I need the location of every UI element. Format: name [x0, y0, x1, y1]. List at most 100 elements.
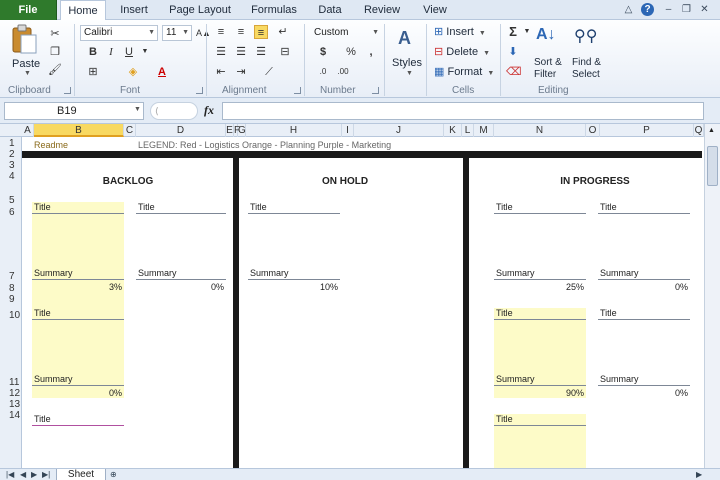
row-header[interactable]: 9 — [0, 294, 22, 305]
row-header[interactable]: 3 — [0, 160, 22, 171]
insert-cells-button[interactable]: ⊞ Insert ▼ — [434, 25, 486, 41]
column-header[interactable]: E — [226, 124, 234, 137]
number-launcher-icon[interactable] — [372, 87, 379, 94]
autosum-icon[interactable]: Σ — [506, 25, 520, 39]
currency-button[interactable]: $ — [316, 45, 330, 59]
restore-window-icon[interactable]: ❐ — [680, 3, 693, 16]
row-header[interactable]: 7 — [0, 271, 22, 282]
wrap-text-icon[interactable]: ↵ — [276, 25, 290, 39]
italic-button[interactable]: I — [104, 45, 118, 59]
decrease-decimal-icon[interactable]: .00 — [336, 65, 350, 79]
grow-font-icon[interactable]: A▲ — [196, 26, 211, 40]
scroll-up-icon[interactable]: ▲ — [708, 127, 715, 134]
hscroll-right-icon[interactable]: ▶ — [696, 469, 702, 480]
formula-controls[interactable]: ⟨ — [150, 102, 198, 120]
column-header[interactable]: G — [238, 124, 246, 137]
readme-cell[interactable]: Readme — [34, 140, 68, 150]
underline-button[interactable]: U — [122, 45, 136, 59]
kanban-card[interactable]: Title Summary 90% — [494, 308, 586, 398]
tab-view[interactable]: View — [414, 0, 456, 20]
column-header[interactable]: A — [22, 124, 34, 137]
tab-home[interactable]: Home — [60, 0, 106, 21]
tab-data[interactable]: Data — [312, 0, 348, 20]
align-bottom-icon[interactable]: ≡ — [254, 25, 268, 39]
format-painter-icon[interactable]: 🖌 — [48, 63, 62, 77]
font-color-icon[interactable]: A — [155, 65, 169, 79]
row-header[interactable]: 14 — [0, 410, 22, 421]
minimize-ribbon-icon[interactable]: △ — [622, 3, 635, 16]
paste-dropdown-icon[interactable]: ▼ — [24, 70, 31, 77]
borders-icon[interactable]: ⊞ — [86, 65, 100, 79]
scrollbar-thumb[interactable] — [707, 146, 718, 186]
row-header[interactable]: 12 — [0, 388, 22, 399]
formula-input[interactable] — [222, 102, 704, 120]
merge-center-icon[interactable]: ⊟ — [278, 45, 292, 59]
row-header[interactable]: 4 — [0, 171, 22, 182]
insert-function-button[interactable]: fx — [204, 103, 214, 118]
align-middle-icon[interactable]: ≡ — [234, 25, 248, 39]
worksheet-grid[interactable]: ABCDEFGHIJKLMNOPQ 1 2 3 4 5 6 7 8 9 10 11 12 13 14 Re… — [0, 124, 720, 468]
column-header[interactable]: I — [342, 124, 354, 137]
minimize-window-icon[interactable]: – — [662, 3, 675, 16]
paste-button[interactable]: Paste ▼ — [10, 24, 42, 77]
row-header[interactable]: 8 — [0, 283, 22, 294]
fill-icon[interactable]: ⬇ — [506, 45, 520, 59]
sort-filter-button[interactable]: A↓ Sort & Filter — [532, 26, 568, 80]
align-right-icon[interactable]: ☰ — [254, 45, 268, 59]
kanban-card[interactable]: Title Summary 0% — [598, 308, 690, 398]
copy-icon[interactable]: ❐ — [48, 45, 62, 59]
kanban-card[interactable]: Title Summary 0% — [598, 202, 690, 292]
column-header[interactable]: M — [474, 124, 494, 137]
kanban-card[interactable]: Title Summary 10% — [248, 202, 340, 292]
align-top-icon[interactable]: ≡ — [214, 25, 228, 39]
column-header[interactable]: Q — [694, 124, 704, 137]
delete-cells-button[interactable]: ⊟ Delete ▼ — [434, 45, 490, 61]
vertical-scrollbar[interactable]: ▲ — [704, 124, 720, 468]
new-sheet-icon[interactable]: ⊕ — [110, 470, 122, 480]
percent-button[interactable]: % — [344, 45, 358, 59]
kanban-card[interactable]: Title Summary 25% — [494, 202, 586, 292]
row-header[interactable]: 13 — [0, 399, 22, 410]
fill-color-icon[interactable]: ◈ — [126, 65, 140, 79]
bold-button[interactable]: B — [86, 45, 100, 59]
underline-dropdown-icon[interactable]: ▼ — [138, 45, 152, 59]
tab-page-layout[interactable]: Page Layout — [164, 0, 236, 20]
column-header[interactable]: B — [34, 124, 124, 137]
decrease-indent-icon[interactable]: ⇤ — [214, 65, 228, 79]
column-header[interactable]: O — [586, 124, 600, 137]
align-left-icon[interactable]: ☰ — [214, 45, 228, 59]
column-header[interactable]: K — [444, 124, 462, 137]
kanban-card[interactable]: Title Summary 0% — [32, 308, 124, 398]
chevron-down-icon[interactable]: ▼ — [134, 106, 141, 113]
close-window-icon[interactable]: ✕ — [698, 3, 711, 16]
kanban-card[interactable]: Title Summary 0% — [136, 202, 226, 292]
comma-button[interactable]: , — [364, 45, 378, 59]
legend-cell[interactable]: LEGEND: Red - Logistics Orange - Plannin… — [138, 140, 391, 150]
orientation-icon[interactable]: ⟋ — [262, 65, 276, 79]
row-header[interactable]: 2 — [0, 149, 22, 160]
name-box[interactable]: B19 — [4, 102, 144, 120]
tab-insert[interactable]: Insert — [112, 0, 156, 20]
tab-file[interactable]: File — [0, 0, 57, 20]
sheet-tab[interactable]: Sheet — [56, 469, 106, 480]
alignment-launcher-icon[interactable] — [294, 87, 301, 94]
format-cells-button[interactable]: ▦ Format ▼ — [434, 65, 494, 81]
last-sheet-icon[interactable]: ▶| — [42, 469, 50, 480]
increase-indent-icon[interactable]: ⇥ — [234, 65, 248, 79]
font-launcher-icon[interactable] — [196, 87, 203, 94]
row-header[interactable]: 1 — [0, 138, 22, 149]
next-sheet-icon[interactable]: ▶ — [31, 469, 37, 480]
find-select-button[interactable]: ⚲⚲ Find & Select — [570, 26, 606, 80]
prev-sheet-icon[interactable]: ◀ — [20, 469, 26, 480]
increase-decimal-icon[interactable]: .0 — [316, 65, 330, 79]
column-header[interactable]: D — [136, 124, 226, 137]
tab-formulas[interactable]: Formulas — [244, 0, 304, 20]
font-name-combo[interactable]: Calibri ▼ — [80, 25, 158, 41]
column-header[interactable]: J — [354, 124, 444, 137]
align-center-icon[interactable]: ☰ — [234, 45, 248, 59]
column-header[interactable]: H — [246, 124, 342, 137]
styles-button[interactable]: A Styles ▼ — [390, 28, 424, 82]
kanban-card[interactable]: Title — [32, 414, 124, 468]
number-format-combo[interactable]: Custom ▼ — [310, 25, 382, 41]
row-header[interactable]: 10 — [0, 310, 22, 321]
